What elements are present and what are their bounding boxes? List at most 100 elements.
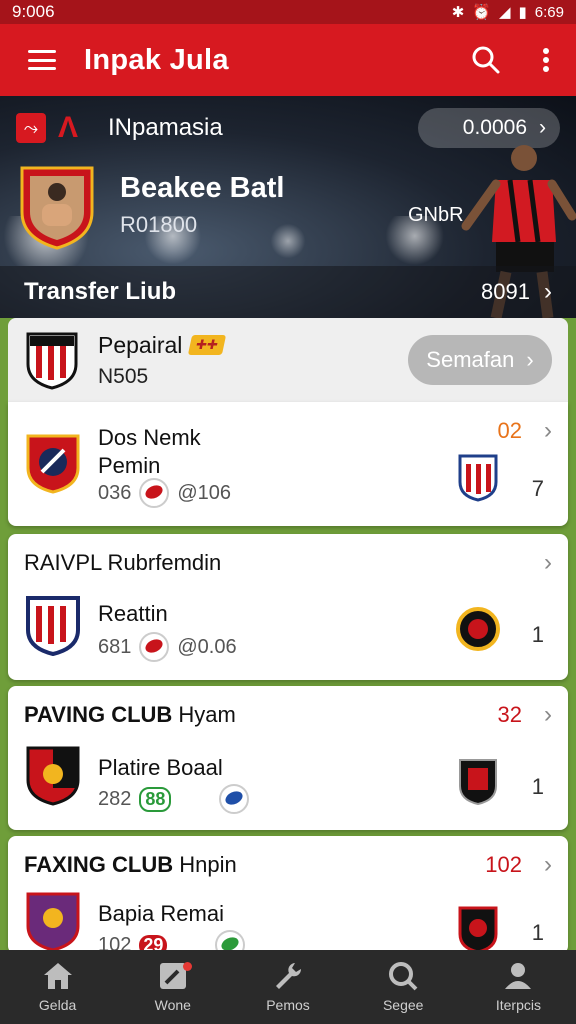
- card-title-rest: Hnpin: [179, 852, 237, 877]
- featured-crest-icon: [26, 332, 78, 390]
- card-title-bold: PAVING CLUB: [24, 702, 173, 727]
- featured-button-label: Semafan: [426, 347, 515, 372]
- team-name: Reattin: [98, 601, 168, 626]
- meta-a: 036: [98, 481, 132, 504]
- search-ball-icon: [389, 962, 418, 991]
- meta-a: 282: [98, 787, 132, 810]
- card-score: 1: [531, 920, 544, 945]
- featured-sub: N505: [98, 364, 149, 388]
- team-meta: 681 @0.06: [98, 632, 237, 662]
- match-card-4[interactable]: FAXING CLUB Hnpin 102 › Bapia Remai 102 …: [8, 836, 568, 960]
- chevron-right-icon: ›: [544, 549, 552, 576]
- status-bar: 9:006 ✱ ⏰ ◢ ▮ 6:69: [0, 0, 576, 24]
- team-meta: 282 88: [98, 784, 250, 814]
- card-number: 102: [485, 852, 522, 877]
- chevron-right-icon: ›: [526, 347, 534, 372]
- signal-icon: ◢: [498, 4, 511, 21]
- search-icon: [472, 46, 500, 74]
- app-title: Inpak Jula: [84, 43, 229, 76]
- menu-button[interactable]: [0, 24, 84, 96]
- team-name: Bapia Remai: [98, 901, 224, 926]
- team-crest-icon: [26, 892, 80, 952]
- card-title-rest: Hyam: [178, 702, 236, 727]
- nav-label: Pemos: [266, 997, 310, 1013]
- match-card-1[interactable]: 02 › Dos Nemk Pemin 036 @106 7: [8, 402, 568, 526]
- meta-b: 88: [139, 786, 172, 812]
- card-number: 32: [497, 702, 522, 727]
- home-icon: [43, 963, 72, 989]
- featured-name-row: Pepairal ✚✚: [98, 332, 408, 359]
- player-crest-icon: [20, 166, 94, 250]
- card-title: PAVING CLUB Hyam: [24, 702, 498, 728]
- team-name: Platire Boaal: [98, 755, 223, 780]
- bottom-nav: Gelda Wone Pemos Segee Iterpcis: [0, 950, 576, 1024]
- hero-brand: INpamasia: [108, 114, 223, 141]
- player-code: R01800: [120, 212, 198, 237]
- app-bar: Inpak Jula: [0, 24, 576, 96]
- brand-logo-icon: ⤳: [16, 113, 46, 143]
- chevron-right-icon: ›: [544, 701, 552, 728]
- card-title-bold: FAXING CLUB: [24, 852, 174, 877]
- nav-profile[interactable]: Iterpcis: [461, 950, 576, 1024]
- opponent-crest-icon: [459, 759, 497, 806]
- meta-b: @0.06: [177, 635, 237, 658]
- wrench-icon: [276, 963, 302, 989]
- bluetooth-icon: ✱: [451, 4, 465, 21]
- featured-badge-icon: ✚✚: [188, 335, 227, 355]
- person-icon: [505, 963, 532, 989]
- card-score: 1: [531, 774, 544, 799]
- status-right-time: 6:69: [534, 3, 564, 21]
- menu-icon: [28, 50, 56, 70]
- nav-segee[interactable]: Segee: [346, 950, 461, 1024]
- alarm-icon: ⏰: [472, 4, 491, 21]
- team-crest-icon: [26, 746, 80, 806]
- meta-b: @106: [177, 481, 232, 504]
- meta-a: 681: [98, 635, 132, 658]
- featured-action-button[interactable]: Semafan ›: [408, 335, 552, 385]
- nav-home[interactable]: Gelda: [0, 950, 115, 1024]
- card-number: 02: [497, 418, 522, 443]
- more-button[interactable]: [516, 24, 576, 96]
- nav-pemos[interactable]: Pemos: [230, 950, 345, 1024]
- featured-name: Pepairal: [98, 331, 183, 358]
- hero-pill-value: 0.0006: [462, 116, 527, 139]
- match-card-2[interactable]: RAIVPL Rubrfemdin › Reattin 681 @0.06 1: [8, 534, 568, 680]
- football-icon: [139, 632, 170, 662]
- nav-label: Wone: [154, 997, 191, 1013]
- featured-row[interactable]: Pepairal ✚✚ N505 Semafan ›: [8, 318, 568, 402]
- brand-mark-icon: Λ: [58, 111, 79, 144]
- status-icons: ✱ ⏰ ◢ ▮ 6:69: [451, 3, 564, 22]
- chevron-right-icon: ›: [544, 851, 552, 878]
- opponent-crest-icon: [458, 906, 498, 954]
- card-title: RAIVPL Rubrfemdin: [24, 550, 222, 575]
- card-header: FAXING CLUB Hnpin 102 ›: [24, 850, 552, 880]
- team-crest-icon: [26, 596, 80, 656]
- chevron-right-icon: ›: [544, 278, 552, 305]
- chevron-right-icon: ›: [544, 417, 552, 444]
- team-crest-icon: [26, 434, 80, 494]
- notification-dot: [183, 962, 193, 971]
- nav-label: Gelda: [38, 997, 77, 1013]
- nav-wone[interactable]: Wone: [115, 950, 230, 1024]
- player-name: Beakee Batl: [120, 172, 285, 204]
- opponent-crest-icon: [458, 454, 498, 502]
- featured-text: Pepairal ✚✚ N505: [98, 332, 408, 389]
- more-vert-icon: [543, 48, 549, 72]
- nav-label: Segee: [382, 997, 424, 1013]
- transfer-label: Transfer Liub: [24, 278, 177, 305]
- chevron-right-icon: ›: [539, 116, 546, 139]
- hero-banner: ⤳ Λ INpamasia 0.0006 › Beakee Batl R0180…: [0, 96, 576, 318]
- football-icon: [139, 478, 170, 508]
- transfer-strip[interactable]: Transfer Liub 8091 ›: [0, 266, 576, 318]
- status-time: 9:006: [12, 2, 55, 21]
- nav-label: Iterpcis: [495, 997, 541, 1013]
- opponent-crest-icon: [456, 607, 500, 651]
- card-score: 7: [531, 476, 544, 501]
- card-header: PAVING CLUB Hyam 32 ›: [24, 700, 552, 730]
- match-card-3[interactable]: PAVING CLUB Hyam 32 › Platire Boaal 282 …: [8, 686, 568, 830]
- card-header: RAIVPL Rubrfemdin ›: [24, 548, 552, 578]
- search-button[interactable]: [456, 24, 516, 96]
- football-icon: [219, 784, 250, 814]
- battery-icon: ▮: [518, 4, 527, 21]
- team-meta: 036 @106: [98, 478, 231, 508]
